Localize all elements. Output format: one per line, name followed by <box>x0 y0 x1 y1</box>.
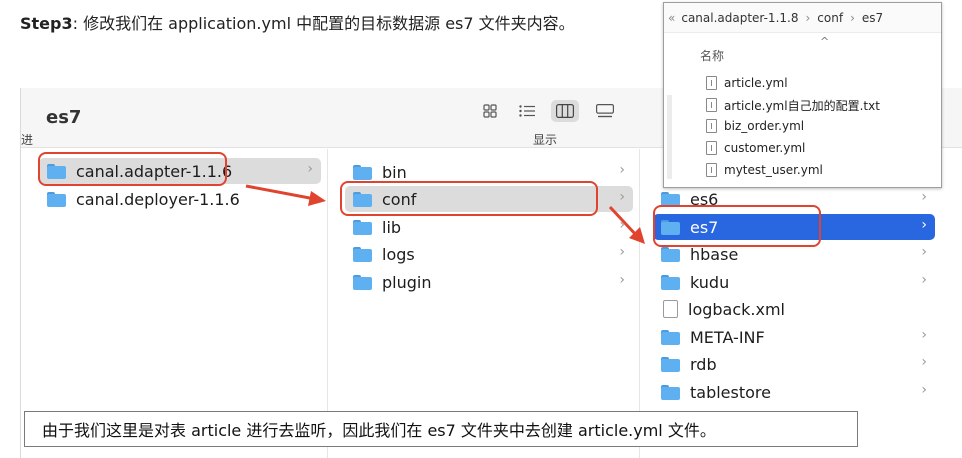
step-description: : 修改我们在 application.yml 中配置的目标数据源 es7 文件… <box>72 14 575 33</box>
file-icon <box>706 141 717 155</box>
row-label: tablestore <box>690 382 771 402</box>
name-column-header[interactable]: 名称 <box>700 47 724 64</box>
chevron-right-icon: › <box>619 244 625 260</box>
display-label: 显示 <box>533 133 558 147</box>
folder-icon <box>661 246 680 262</box>
folder-icon <box>353 219 372 235</box>
chevron-right-icon: › <box>921 244 927 260</box>
caption-box: 由于我们这里是对表 article 进行去监听，因此我们在 es7 文件夹中去创… <box>24 411 858 447</box>
breadcrumb-separator-icon: › <box>805 10 811 25</box>
step-label: Step3 <box>20 14 73 33</box>
file-name: biz_order.yml <box>724 119 805 133</box>
chevron-right-icon: › <box>307 161 313 177</box>
breadcrumb-overflow-icon[interactable]: « <box>668 11 675 25</box>
caption-text: 由于我们这里是对表 article 进行去监听，因此我们在 es7 文件夹中去创… <box>42 421 716 440</box>
row-meta-inf[interactable]: META-INF › <box>653 324 935 350</box>
chevron-right-icon: › <box>619 217 625 233</box>
row-logback-xml[interactable]: logback.xml <box>653 296 935 322</box>
chevron-right-icon: › <box>921 354 927 370</box>
row-label: hbase <box>690 244 739 264</box>
chevron-right-icon: › <box>619 189 625 205</box>
file-item[interactable]: customer.yml <box>706 137 805 159</box>
list-view-icon[interactable] <box>514 100 540 122</box>
forward-label[interactable]: 进 <box>21 131 33 148</box>
row-label: META-INF <box>690 327 765 347</box>
file-name: article.yml <box>724 76 788 90</box>
row-label: kudu <box>690 272 730 292</box>
explorer-popup: « canal.adapter-1.1.8 › conf › es7 ^ 名称 … <box>663 2 942 188</box>
row-plugin[interactable]: plugin › <box>345 269 633 295</box>
row-tablestore[interactable]: tablestore › <box>653 379 935 405</box>
chevron-right-icon: › <box>921 327 927 343</box>
row-label: logback.xml <box>688 299 785 319</box>
sort-caret-icon[interactable]: ^ <box>820 35 829 48</box>
row-label: plugin <box>382 272 432 292</box>
row-label: rdb <box>690 354 717 374</box>
instruction-text: Step3: 修改我们在 application.yml 中配置的目标数据源 e… <box>20 10 575 34</box>
breadcrumb: « canal.adapter-1.1.8 › conf › es7 <box>664 3 941 33</box>
file-item[interactable]: mytest_user.yml <box>706 159 823 181</box>
file-item[interactable]: article.yml自己加的配置.txt <box>706 94 880 116</box>
row-rdb[interactable]: rdb › <box>653 351 935 377</box>
file-name: article.yml自己加的配置.txt <box>724 98 880 113</box>
column-view-icon[interactable] <box>551 100 579 122</box>
row-kudu[interactable]: kudu › <box>653 269 935 295</box>
breadcrumb-separator-icon: › <box>850 10 855 25</box>
folder-icon <box>661 384 680 400</box>
breadcrumb-item[interactable]: es7 <box>862 11 883 25</box>
highlight-box-canal-adapter <box>38 152 227 186</box>
grid-view-icon[interactable] <box>477 100 503 122</box>
row-label: lib <box>382 217 402 237</box>
file-item[interactable]: biz_order.yml <box>706 115 804 137</box>
breadcrumb-item[interactable]: canal.adapter-1.1.8 <box>681 11 798 25</box>
highlight-box-es7 <box>653 205 821 247</box>
folder-icon <box>661 274 680 290</box>
gallery-view-icon[interactable] <box>592 100 618 122</box>
document-icon <box>663 300 678 318</box>
file-name: mytest_user.yml <box>724 163 823 177</box>
row-lib[interactable]: lib › <box>345 214 633 240</box>
row-label: bin <box>382 162 407 182</box>
folder-icon <box>661 329 680 345</box>
scroll-track <box>667 95 672 179</box>
file-icon <box>706 76 717 90</box>
chevron-right-icon: › <box>921 189 927 205</box>
chevron-right-icon: › <box>921 217 927 233</box>
file-icon <box>706 119 717 133</box>
row-canal-deployer[interactable]: canal.deployer-1.1.6 <box>39 186 321 212</box>
row-logs[interactable]: logs › <box>345 241 633 267</box>
row-label: logs <box>382 244 415 264</box>
chevron-right-icon: › <box>921 272 927 288</box>
file-icon <box>706 163 717 177</box>
folder-icon <box>353 164 372 180</box>
window-title: es7 <box>46 107 82 128</box>
folder-icon <box>47 191 66 207</box>
folder-icon <box>353 274 372 290</box>
breadcrumb-item[interactable]: conf <box>817 11 843 25</box>
folder-icon <box>353 246 372 262</box>
highlight-box-conf <box>340 181 598 216</box>
text-file-icon <box>706 98 717 112</box>
chevron-right-icon: › <box>921 382 927 398</box>
row-label: canal.deployer-1.1.6 <box>76 189 240 209</box>
chevron-right-icon: › <box>619 272 625 288</box>
chevron-right-icon: › <box>619 162 625 178</box>
file-name: customer.yml <box>724 141 806 155</box>
folder-icon <box>661 356 680 372</box>
file-item[interactable]: article.yml <box>706 72 788 94</box>
